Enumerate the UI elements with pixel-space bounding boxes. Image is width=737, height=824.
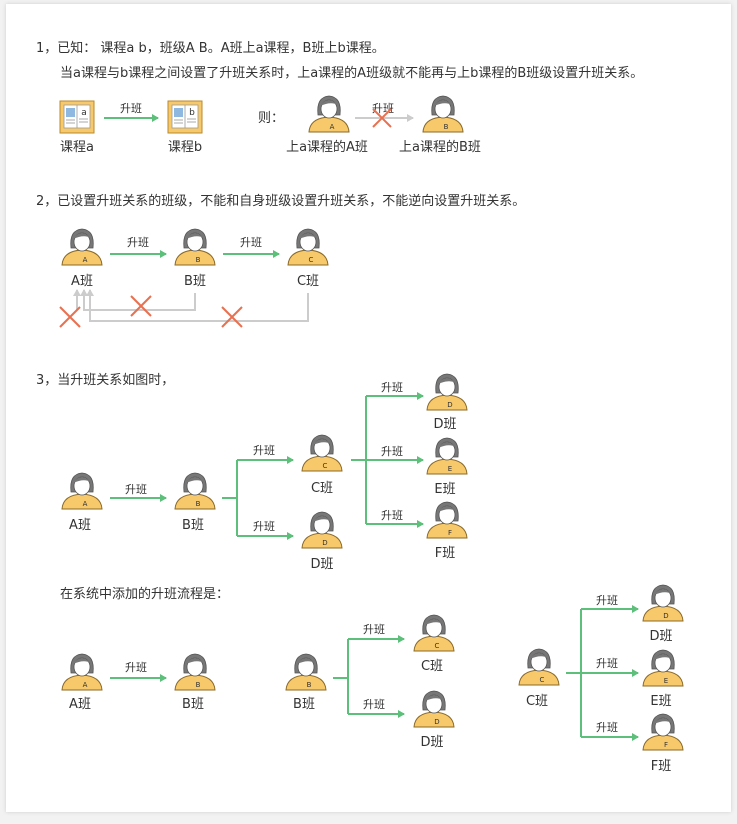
flow3-branch (566, 605, 639, 741)
flow3-c-person-icon: C (518, 648, 560, 686)
s3-e-person-icon: E (426, 437, 468, 475)
person-badge-letter: C (323, 462, 328, 470)
person-badge-letter: A (83, 681, 88, 689)
rule1-line2: 当a课程与b课程之间设置了升班关系时，上a课程的A班级就不能再与上b课程的B班级… (60, 65, 643, 81)
flow2-arrow-d-label: 升班 (363, 698, 385, 711)
flow3-arrow-d-label: 升班 (596, 594, 618, 607)
s3-a-label: A班 (69, 518, 91, 533)
arrow-label: 升班 (120, 102, 142, 115)
blocked-arrow-label: 升班 (372, 102, 394, 115)
diagram-card: 1，已知： 课程a b，班级A B。A班上a课程，B班上b课程。 当a课程与b课… (6, 4, 731, 812)
person-badge-letter: A (83, 500, 88, 508)
person-badge-letter: D (434, 718, 439, 726)
s2-cross-self-icon (59, 306, 81, 328)
book-a-letter: a (81, 108, 87, 118)
s2-arrow-ab-label: 升班 (127, 236, 149, 249)
rule2-text: 2，已设置升班关系的班级，不能和自身班级设置升班关系，不能逆向设置升班关系。 (36, 193, 525, 209)
flow3-f-person-icon: F (642, 713, 684, 751)
s3-d2-label: D班 (433, 417, 456, 432)
flow1-arrow-label: 升班 (125, 661, 147, 674)
person-badge-letter: B (196, 681, 201, 689)
flow2-b-label: B班 (293, 697, 315, 712)
book-a-icon: a (59, 100, 95, 134)
flow2-b-person-icon: B (285, 653, 327, 691)
flow1-a-person-icon: A (61, 653, 103, 691)
flow3-d-label: D班 (649, 629, 672, 644)
person-badge-letter: B (196, 500, 201, 508)
person-badge-letter: F (664, 741, 668, 749)
person-badge-letter: B (444, 123, 449, 131)
flow2-c-label: C班 (421, 659, 443, 674)
s3-c-label: C班 (311, 481, 333, 496)
person-badge-letter: E (664, 677, 668, 685)
flow3-c-label: C班 (526, 694, 548, 709)
s2-a-person-icon: A (61, 228, 103, 266)
s3-arrow-bc-label: 升班 (253, 444, 275, 457)
s2-b-label: B班 (184, 274, 206, 289)
s3-d-label: D班 (310, 557, 333, 572)
person-badge-letter: E (448, 465, 452, 473)
class-a-label: 上a课程的A班 (286, 139, 368, 155)
flow3-e-person-icon: E (642, 649, 684, 687)
s3-arrow-ce-label: 升班 (381, 445, 403, 458)
s3-arrow-cf-label: 升班 (381, 509, 403, 522)
book-b-letter: b (189, 108, 195, 118)
s3-b-person-icon: B (174, 472, 216, 510)
flow3-arrow-e-label: 升班 (596, 657, 618, 670)
flow2-d-person-icon: D (413, 690, 455, 728)
rule3-text: 3，当升班关系如图时， (36, 372, 174, 388)
s3-d-person-icon: D (301, 511, 343, 549)
class-a-person-icon: A (308, 95, 350, 133)
person-badge-letter: A (330, 123, 335, 131)
class-b-person-icon: B (422, 95, 464, 133)
flow2-c-person-icon: C (413, 614, 455, 652)
person-badge-letter: D (447, 401, 452, 409)
s3-arrow-cd-label: 升班 (381, 381, 403, 394)
flow2-d-label: D班 (420, 735, 443, 750)
s2-arrow-bc-label: 升班 (240, 236, 262, 249)
book-a-label: 课程a (60, 140, 94, 155)
flow3-f-label: F班 (651, 759, 671, 774)
s3-b-label: B班 (182, 518, 204, 533)
s3-f-person-icon: F (426, 501, 468, 539)
s2-cross-ba-icon (130, 295, 152, 317)
s3-e-label: E班 (434, 482, 455, 497)
person-badge-letter: C (309, 256, 314, 264)
book-b-label: 课程b (168, 140, 202, 155)
flow1-b-person-icon: B (174, 653, 216, 691)
s3-c-person-icon: C (301, 434, 343, 472)
s3-d2-person-icon: D (426, 373, 468, 411)
person-badge-letter: F (448, 529, 452, 537)
s3-a-person-icon: A (61, 472, 103, 510)
flow3-d-person-icon: D (642, 584, 684, 622)
s2-cross-ca-icon (221, 306, 243, 328)
person-badge-letter: B (307, 681, 312, 689)
person-badge-letter: D (663, 612, 668, 620)
s3-f-label: F班 (435, 546, 455, 561)
person-badge-letter: C (540, 676, 545, 684)
s2-c-label: C班 (297, 274, 319, 289)
flow1-b-label: B班 (182, 697, 204, 712)
s3-arrow-ab-label: 升班 (125, 483, 147, 496)
class-b-label: 上a课程的B班 (399, 139, 481, 155)
person-badge-letter: C (435, 642, 440, 650)
s2-c-person-icon: C (287, 228, 329, 266)
book-b-icon: b (167, 100, 203, 134)
person-badge-letter: A (83, 256, 88, 264)
flow3-arrow-f-label: 升班 (596, 721, 618, 734)
person-badge-letter: D (322, 539, 327, 547)
s2-b-person-icon: B (174, 228, 216, 266)
person-badge-letter: B (196, 256, 201, 264)
rule1-line1: 1，已知： 课程a b，班级A B。A班上a课程，B班上b课程。 (36, 40, 385, 56)
flow2-arrow-c-label: 升班 (363, 623, 385, 636)
flow3-e-label: E班 (650, 694, 671, 709)
s2-a-label: A班 (71, 274, 93, 289)
flow-text: 在系统中添加的升班流程是： (60, 586, 229, 602)
then-label: 则： (258, 111, 284, 126)
s3-branch-c (351, 392, 424, 528)
flow1-a-label: A班 (69, 697, 91, 712)
diagram-canvas: 1，已知： 课程a b，班级A B。A班上a课程，B班上b课程。 当a课程与b课… (36, 40, 684, 774)
s2-back-arrows (73, 289, 309, 322)
s3-arrow-bd-label: 升班 (253, 520, 275, 533)
